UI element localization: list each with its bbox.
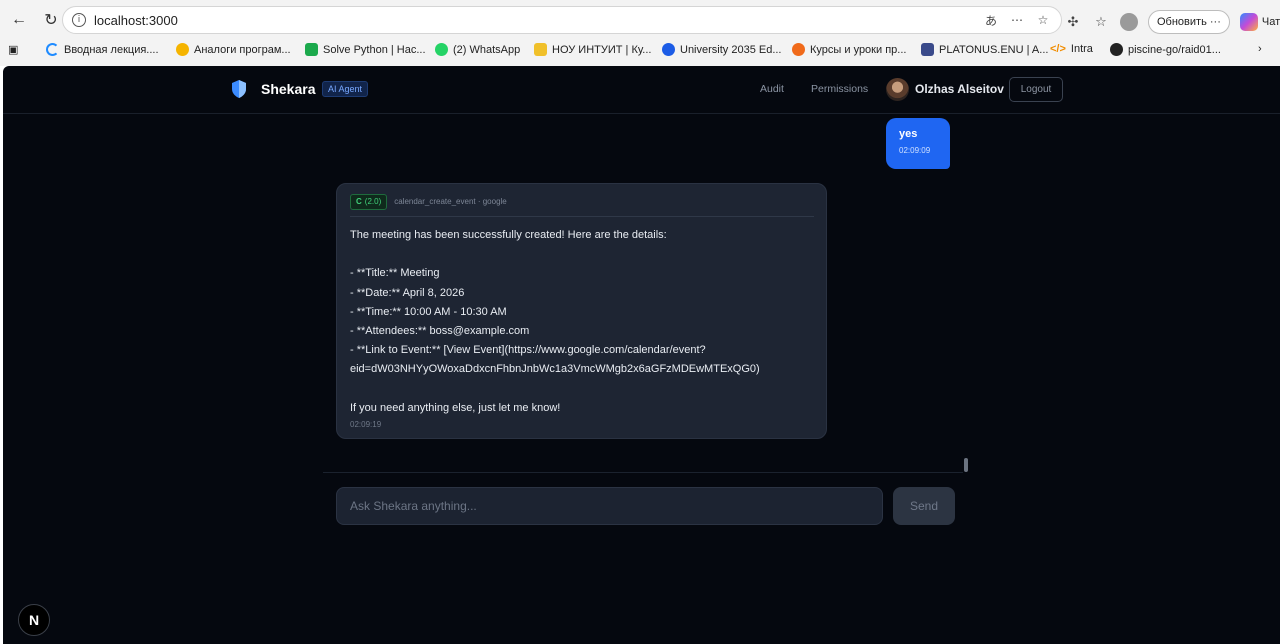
tool-call-badge: C (2.0) (350, 193, 388, 210)
user-avatar[interactable] (886, 78, 909, 101)
more-label: ··· (1209, 16, 1221, 28)
bookmark-favicon (662, 43, 675, 56)
reload-icon[interactable]: ↻ (40, 9, 62, 31)
bookmark-item[interactable]: PLATONUS.ENU | A... (921, 43, 1048, 56)
copilot-chat-button[interactable]: Чат (1239, 13, 1280, 31)
bookmark-label: piscine-go/raid01... (1128, 43, 1221, 56)
address-row: ← ↻ i localhost:3000 あ ⋯ ☆ ✣ ☆ Обновить … (0, 4, 1280, 36)
bookmark-item[interactable]: University 2035 Ed... (662, 43, 782, 56)
app-root: Shekara AI Agent Audit Permissions Olzha… (3, 66, 1280, 644)
browser-toolbar: ← ↻ i localhost:3000 あ ⋯ ☆ ✣ ☆ Обновить … (0, 0, 1280, 66)
bookmark-item[interactable]: piscine-go/raid01... (1110, 43, 1221, 56)
bookmark-label: Вводная лекция.... (64, 43, 159, 56)
address-bar-actions: あ ⋯ ☆ (983, 12, 1051, 28)
code-icon: </> (1050, 43, 1066, 55)
message-line: - **Attendees:** boss@example.com (350, 324, 530, 337)
tool-badge-version: (2.0) (364, 197, 382, 206)
bookmarks-more-chevron-icon[interactable]: › (1258, 43, 1262, 55)
send-button[interactable]: Send (893, 487, 955, 525)
url-text: localhost:3000 (94, 12, 178, 28)
github-icon (1110, 43, 1123, 56)
message-line: - **Date:** April 8, 2026 (350, 286, 465, 299)
favorite-star-icon[interactable]: ☆ (1035, 12, 1051, 28)
ai-agent-badge: AI Agent (322, 81, 369, 97)
bookmark-item[interactable]: Solve Python | Hac... (305, 43, 426, 56)
copilot-icon (1239, 13, 1258, 31)
bookmark-label: Аналоги програм... (194, 43, 291, 56)
message-line (350, 380, 813, 399)
assistant-message-bubble: C (2.0) calendar_create_event · google T… (336, 183, 827, 439)
bookmark-favicon (176, 43, 189, 56)
bookmarks-toggle-icon[interactable]: ▣ (8, 43, 18, 56)
tool-name: calendar_create_event · google (394, 197, 507, 206)
site-info-icon[interactable]: i (72, 13, 86, 27)
message-line: The meeting has been successfully create… (350, 229, 667, 241)
user-message-text: yes (899, 128, 918, 140)
user-message-time: 02:09:09 (899, 146, 931, 155)
bookmark-label: Курсы и уроки пр... (810, 43, 907, 56)
bookmark-item[interactable]: НОУ ИНТУИТ | Ку... (534, 43, 651, 56)
bookmark-item[interactable]: Аналоги програм... (176, 43, 291, 56)
bookmark-label: PLATONUS.ENU | A... (939, 43, 1049, 56)
bookmark-label: Solve Python | Hac... (323, 43, 426, 56)
update-button[interactable]: Обновить ··· (1148, 10, 1230, 34)
message-line: eid=dW03NHYyOWoxaDdxcnFhbnJnbWc1a3VmcWMg… (350, 363, 760, 376)
app-header: Shekara AI Agent Audit Permissions Olzha… (3, 66, 1280, 114)
logout-button[interactable]: Logout (1009, 77, 1063, 102)
nextjs-dev-badge-icon[interactable]: N (18, 604, 50, 636)
user-name: Olzhas Alseitov (915, 82, 1004, 96)
tool-badge-letter: C (356, 197, 362, 206)
message-line: - **Title:** Meeting (350, 267, 440, 280)
back-arrow-icon[interactable]: ← (8, 9, 30, 31)
translate-icon[interactable]: あ (983, 12, 999, 28)
update-label: Обновить (1157, 16, 1207, 28)
bookmark-favicon (792, 43, 805, 56)
nav-permissions-link[interactable]: Permissions (811, 83, 868, 95)
brand-name[interactable]: Shekara (261, 81, 315, 97)
tool-divider (350, 216, 814, 217)
assistant-message-text: The meeting has been successfully create… (350, 226, 813, 418)
more-dots-circle-icon[interactable]: ⋯ (1009, 12, 1025, 28)
bookmark-item[interactable]: </> Intra (1050, 43, 1093, 55)
tool-call-row: C (2.0) calendar_create_event · google (350, 193, 813, 210)
bookmark-label: (2) WhatsApp (453, 43, 521, 56)
bookmark-favicon (921, 43, 934, 56)
bookmark-favicon (435, 43, 448, 56)
favorites-list-icon[interactable]: ☆ (1092, 13, 1110, 31)
assistant-message-time: 02:09:19 (350, 419, 382, 429)
bookmark-label: НОУ ИНТУИТ | Ку... (552, 43, 652, 56)
shield-logo-icon (232, 80, 246, 98)
bookmark-label: University 2035 Ed... (680, 43, 782, 56)
nav-audit-link[interactable]: Audit (760, 83, 784, 95)
message-line: - **Time:** 10:00 AM - 10:30 AM (350, 305, 507, 318)
bookmarks-bar: ▣ Вводная лекция.... Аналоги програм... … (0, 38, 1280, 64)
message-line: If you need anything else, just let me k… (350, 401, 561, 414)
bookmark-favicon (46, 43, 59, 56)
message-line (350, 245, 813, 264)
bookmark-item[interactable]: Курсы и уроки пр... (792, 43, 906, 56)
bookmark-item[interactable]: (2) WhatsApp (435, 43, 520, 56)
message-line: - **Link to Event:** [View Event](https:… (350, 344, 706, 357)
chat-input[interactable] (336, 487, 883, 525)
composer-divider (323, 472, 963, 473)
bookmark-favicon (534, 43, 547, 56)
bookmark-item[interactable]: Вводная лекция.... (46, 43, 159, 56)
extensions-icon[interactable]: ✣ (1064, 13, 1082, 31)
bookmark-favicon (305, 43, 318, 56)
user-message-bubble: yes 02:09:09 (886, 118, 950, 169)
browser-right-tools: ✣ ☆ Обновить ··· Чат (1064, 8, 1280, 36)
address-bar[interactable]: i localhost:3000 あ ⋯ ☆ (62, 6, 1062, 34)
scrollbar-thumb[interactable] (964, 458, 968, 472)
chat-label: Чат (1261, 16, 1280, 28)
profile-avatar-icon[interactable] (1120, 13, 1138, 31)
bookmark-label: Intra (1070, 43, 1093, 55)
